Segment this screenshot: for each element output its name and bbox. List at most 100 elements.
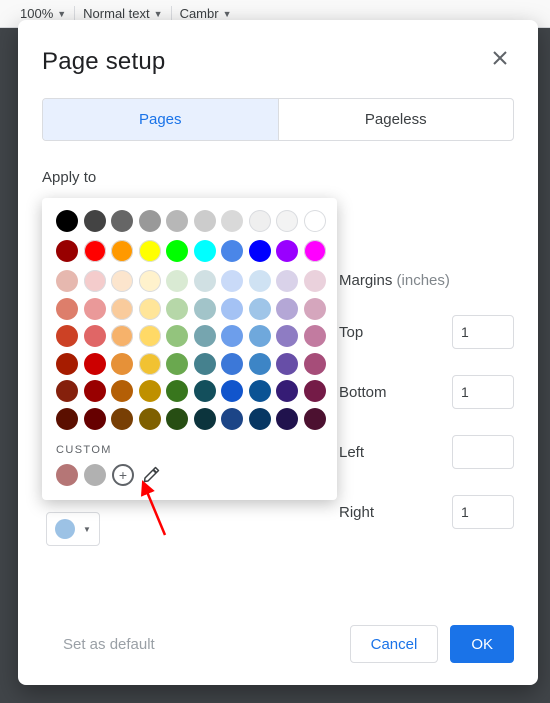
color-swatch[interactable] (84, 380, 106, 402)
color-swatch[interactable] (84, 298, 106, 320)
color-swatch[interactable] (139, 325, 161, 347)
color-swatch[interactable] (221, 408, 243, 430)
color-swatch[interactable] (166, 240, 188, 262)
color-swatch[interactable] (194, 240, 216, 262)
color-swatch[interactable] (304, 270, 326, 292)
color-swatch[interactable] (194, 325, 216, 347)
eyedropper-button[interactable] (140, 464, 162, 486)
color-swatch[interactable] (221, 298, 243, 320)
cancel-button[interactable]: Cancel (350, 625, 439, 663)
color-swatch[interactable] (194, 298, 216, 320)
color-swatch[interactable] (276, 240, 298, 262)
color-swatch[interactable] (111, 298, 133, 320)
color-swatch[interactable] (276, 353, 298, 375)
color-swatch[interactable] (276, 380, 298, 402)
color-swatch[interactable] (249, 325, 271, 347)
color-swatch[interactable] (194, 380, 216, 402)
color-swatch[interactable] (249, 408, 271, 430)
color-swatch[interactable] (304, 325, 326, 347)
color-swatch[interactable] (56, 298, 78, 320)
color-swatch[interactable] (249, 380, 271, 402)
page-color-dropdown[interactable]: ▼ (46, 512, 100, 546)
color-swatch[interactable] (84, 270, 106, 292)
add-custom-color-button[interactable]: + (112, 464, 134, 486)
color-swatch[interactable] (84, 325, 106, 347)
color-swatch[interactable] (166, 380, 188, 402)
color-swatch[interactable] (276, 325, 298, 347)
color-swatch[interactable] (276, 408, 298, 430)
color-swatch[interactable] (139, 353, 161, 375)
color-swatch[interactable] (304, 353, 326, 375)
color-swatch[interactable] (84, 353, 106, 375)
color-swatch[interactable] (221, 325, 243, 347)
color-swatch[interactable] (166, 325, 188, 347)
margin-bottom-input[interactable] (452, 375, 514, 409)
color-swatch[interactable] (111, 408, 133, 430)
color-swatch[interactable] (139, 240, 161, 262)
eyedropper-icon (142, 466, 160, 484)
tab-pageless[interactable]: Pageless (278, 99, 514, 140)
color-swatch[interactable] (166, 298, 188, 320)
color-swatch[interactable] (139, 298, 161, 320)
margin-left-input[interactable] (452, 435, 514, 469)
color-swatch[interactable] (249, 210, 271, 232)
color-swatch[interactable] (139, 210, 161, 232)
color-swatch[interactable] (194, 270, 216, 292)
color-swatch[interactable] (194, 210, 216, 232)
margin-right-input[interactable] (452, 495, 514, 529)
color-swatch[interactable] (139, 270, 161, 292)
color-swatch[interactable] (249, 270, 271, 292)
margin-top-input[interactable] (452, 315, 514, 349)
color-swatch[interactable] (194, 353, 216, 375)
color-swatch[interactable] (221, 210, 243, 232)
color-swatch[interactable] (139, 380, 161, 402)
close-button[interactable] (490, 48, 510, 68)
color-swatch[interactable] (249, 240, 271, 262)
color-swatch[interactable] (221, 240, 243, 262)
color-swatch[interactable] (111, 380, 133, 402)
color-swatch[interactable] (56, 210, 78, 232)
color-swatch[interactable] (304, 210, 326, 232)
color-swatch[interactable] (221, 270, 243, 292)
color-swatch[interactable] (56, 353, 78, 375)
paragraph-style-dropdown[interactable]: Normal text ▼ (83, 6, 162, 21)
color-swatch[interactable] (166, 270, 188, 292)
zoom-dropdown[interactable]: 100% ▼ (20, 6, 66, 21)
color-swatch[interactable] (84, 240, 106, 262)
color-swatch[interactable] (56, 325, 78, 347)
color-swatch[interactable] (111, 240, 133, 262)
color-swatch[interactable] (111, 210, 133, 232)
color-swatch[interactable] (56, 240, 78, 262)
tab-pages[interactable]: Pages (43, 99, 278, 140)
set-default-button[interactable]: Set as default (42, 625, 176, 663)
color-swatch[interactable] (249, 353, 271, 375)
color-swatch[interactable] (84, 408, 106, 430)
chevron-down-icon: ▼ (57, 9, 66, 19)
color-swatch[interactable] (166, 408, 188, 430)
color-swatch[interactable] (166, 353, 188, 375)
color-swatch[interactable] (139, 408, 161, 430)
color-swatch[interactable] (304, 240, 326, 262)
color-swatch[interactable] (249, 298, 271, 320)
color-swatch[interactable] (221, 380, 243, 402)
color-swatch[interactable] (56, 380, 78, 402)
ok-button[interactable]: OK (450, 625, 514, 663)
font-dropdown[interactable]: Cambr ▼ (180, 6, 232, 21)
color-swatch[interactable] (276, 270, 298, 292)
color-swatch[interactable] (304, 380, 326, 402)
color-swatch[interactable] (304, 408, 326, 430)
color-swatch[interactable] (276, 210, 298, 232)
color-swatch[interactable] (56, 408, 78, 430)
color-swatch[interactable] (166, 210, 188, 232)
color-swatch[interactable] (221, 353, 243, 375)
color-swatch[interactable] (304, 298, 326, 320)
color-swatch[interactable] (56, 270, 78, 292)
color-swatch[interactable] (276, 298, 298, 320)
color-swatch[interactable] (111, 270, 133, 292)
color-swatch[interactable] (111, 325, 133, 347)
color-swatch[interactable] (84, 210, 106, 232)
color-swatch[interactable] (84, 464, 106, 486)
color-swatch[interactable] (111, 353, 133, 375)
color-swatch[interactable] (194, 408, 216, 430)
color-swatch[interactable] (56, 464, 78, 486)
